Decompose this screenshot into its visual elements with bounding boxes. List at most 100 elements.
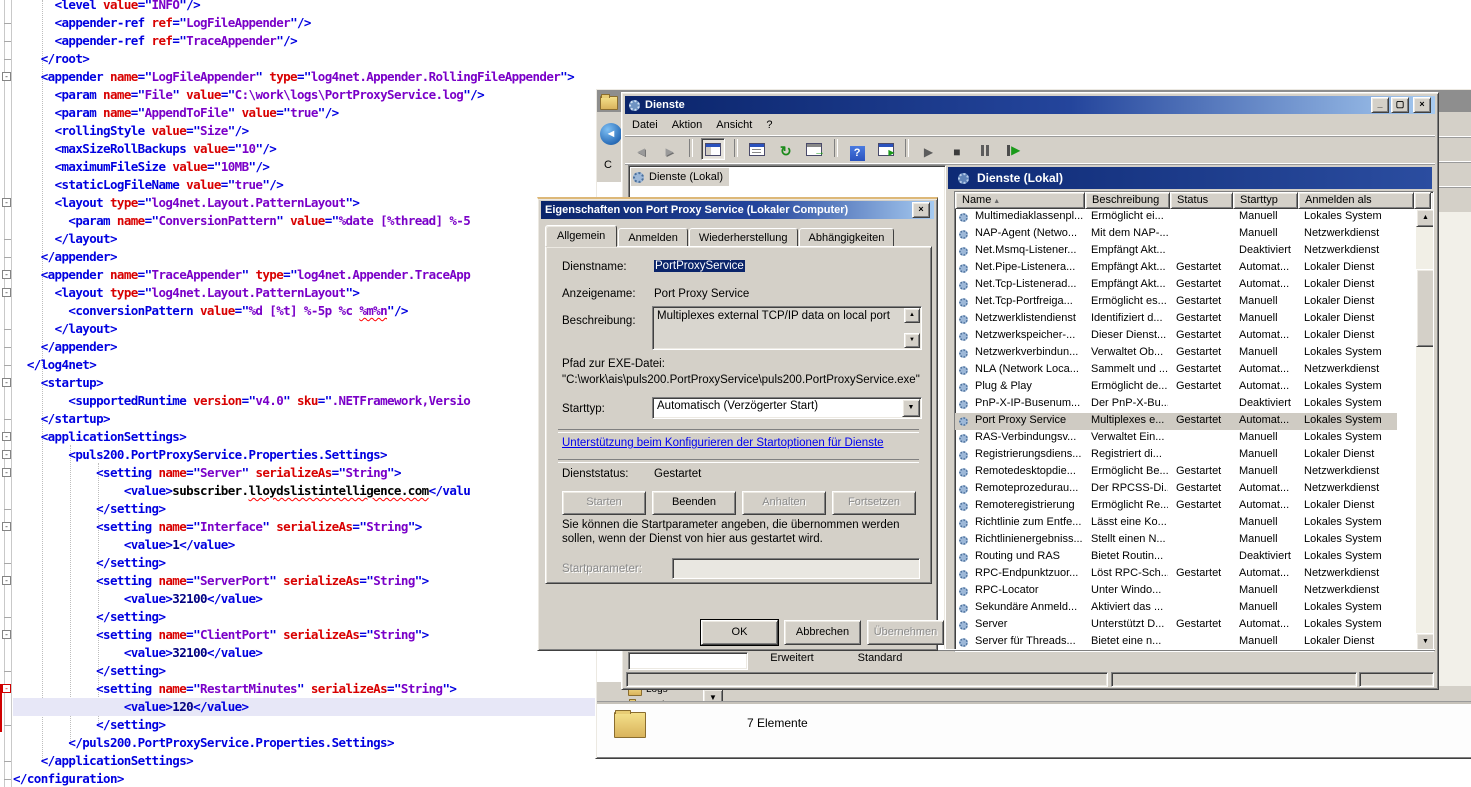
- abbrechen-button[interactable]: Abbrechen: [784, 620, 861, 645]
- extended-view-icon[interactable]: ▶: [875, 139, 897, 159]
- restart-service-icon[interactable]: ▶: [1003, 140, 1025, 160]
- gutter-tick: [4, 779, 11, 780]
- service-row[interactable]: Netzwerkspeicher-...Dieser Dienst...Gest…: [955, 328, 1397, 345]
- cell-name: Sekundäre Anmeld...: [975, 601, 1083, 613]
- service-row[interactable]: NAP-Agent (Netwo...Mit dem NAP-...Manuel…: [955, 226, 1397, 243]
- stop-service-icon[interactable]: ■: [946, 142, 968, 162]
- dropdown-arrow-button[interactable]: ▼: [902, 399, 920, 417]
- fold-marker-icon[interactable]: -: [2, 288, 11, 297]
- fold-marker-icon[interactable]: -: [2, 72, 11, 81]
- beenden-button[interactable]: Beenden: [652, 491, 736, 515]
- service-row[interactable]: Richtlinienergebniss...Stellt einen N...…: [955, 532, 1397, 549]
- back-button-icon[interactable]: ◄: [600, 123, 622, 145]
- service-row[interactable]: Routing und RASBietet Routin...Deaktivie…: [955, 549, 1397, 566]
- cell-status: Gestartet: [1176, 346, 1231, 358]
- fold-marker-icon[interactable]: -: [2, 684, 11, 693]
- service-row[interactable]: Sekundäre Anmeld...Aktiviert das ...Manu…: [955, 600, 1397, 617]
- service-row[interactable]: Multimediaklassenpl...Ermöglicht ei...Ma…: [955, 209, 1397, 226]
- gutter-tick: [4, 23, 11, 24]
- startparameter-input[interactable]: [672, 558, 920, 579]
- scroll-thumb[interactable]: [1416, 269, 1434, 347]
- service-row[interactable]: Server für Threads...Bietet eine n...Man…: [955, 634, 1397, 651]
- description-scroll-up[interactable]: ▲: [904, 308, 920, 323]
- forward-icon[interactable]: ►: [658, 141, 680, 161]
- service-row[interactable]: Port Proxy ServiceMultiplexes e...Gestar…: [955, 413, 1397, 430]
- bernehmen-button[interactable]: Übernehmen: [867, 620, 944, 645]
- service-row[interactable]: RPC-LocatorUnter Windo...ManuellNetzwerk…: [955, 583, 1397, 600]
- scroll-down-button[interactable]: ▼: [1416, 633, 1434, 651]
- column-header-name[interactable]: Name ▲: [955, 192, 1085, 209]
- service-row[interactable]: Richtlinie zum Entfe...Lässt eine Ko...M…: [955, 515, 1397, 532]
- service-row[interactable]: Registrierungsdiens...Registriert di...M…: [955, 447, 1397, 464]
- anhalten-button[interactable]: Anhalten: [742, 491, 826, 515]
- help-icon[interactable]: ?: [846, 143, 868, 163]
- column-header-status[interactable]: Status: [1170, 192, 1233, 209]
- fortsetzen-button[interactable]: Fortsetzen: [832, 491, 916, 515]
- fold-marker-icon[interactable]: -: [2, 522, 11, 531]
- service-row[interactable]: RemoteregistrierungErmöglicht Re...Gesta…: [955, 498, 1397, 515]
- service-row[interactable]: RAS-Verbindungsv...Verwaltet Ein...Manue…: [955, 430, 1397, 447]
- service-row[interactable]: RPC-Endpunktzuor...Löst RPC-Sch...Gestar…: [955, 566, 1397, 583]
- column-header-starttyp[interactable]: Starttyp: [1233, 192, 1298, 209]
- dialog-titlebar[interactable]: Eigenschaften von Port Proxy Service (Lo…: [541, 201, 934, 219]
- back-icon[interactable]: ◄: [630, 141, 652, 161]
- menu-item-aktion[interactable]: Aktion: [665, 116, 710, 134]
- pause-service-icon[interactable]: [974, 140, 996, 160]
- minimize-button[interactable]: _: [1371, 97, 1389, 113]
- starten-button[interactable]: Starten: [562, 491, 646, 515]
- dialog-tab-wiederherstellung[interactable]: Wiederherstellung: [689, 228, 798, 247]
- service-row[interactable]: Remotedesktopdie...Ermöglicht Be...Gesta…: [955, 464, 1397, 481]
- refresh-icon[interactable]: ↻: [775, 141, 797, 161]
- cell-anmeldenals: Lokaler Dienst: [1304, 312, 1412, 324]
- service-row[interactable]: ServerUnterstützt D...GestartetAutomat..…: [955, 617, 1397, 634]
- show-console-tree-icon[interactable]: [701, 138, 725, 160]
- service-row[interactable]: PnP-X-IP-Busenum...Der PnP-X-Bu...Deakti…: [955, 396, 1397, 413]
- services-titlebar[interactable]: Dienste _ ▢ ×: [625, 96, 1435, 114]
- service-row[interactable]: Net.Pipe-Listenera...Empfängt Akt...Gest…: [955, 260, 1397, 277]
- fold-marker-icon[interactable]: -: [2, 270, 11, 279]
- dialog-close-button[interactable]: ×: [912, 202, 930, 218]
- service-row[interactable]: Net.Msmq-Listener...Empfängt Akt...Deakt…: [955, 243, 1397, 260]
- dialog-tab-anmelden[interactable]: Anmelden: [618, 228, 688, 247]
- service-row[interactable]: Remoteprozedurau...Der RPCSS-Di...Gestar…: [955, 481, 1397, 498]
- scroll-up-button[interactable]: ▲: [1416, 209, 1434, 227]
- menu-item-datei[interactable]: Datei: [625, 116, 665, 134]
- starttyp-dropdown[interactable]: Automatisch (Verzögerter Start) ▼: [652, 397, 922, 419]
- service-row[interactable]: Plug & PlayErmöglicht de...GestartetAuto…: [955, 379, 1397, 396]
- column-header-anmeldenals[interactable]: Anmelden als: [1298, 192, 1414, 209]
- view-tab-erweitert[interactable]: Erweitert: [749, 651, 835, 668]
- export-list-icon[interactable]: →: [803, 139, 825, 159]
- fold-marker-icon[interactable]: -: [2, 450, 11, 459]
- start-service-icon[interactable]: ▶: [917, 142, 939, 162]
- fold-marker-icon[interactable]: -: [2, 198, 11, 207]
- fold-marker-icon[interactable]: -: [2, 630, 11, 639]
- list-scrollbar[interactable]: ▲ ▼: [1416, 209, 1433, 651]
- fold-marker-icon[interactable]: -: [2, 378, 11, 387]
- column-header-beschreibung[interactable]: Beschreibung: [1085, 192, 1170, 209]
- menu-item-?[interactable]: ?: [759, 116, 779, 134]
- dialog-tab-allgemein[interactable]: Allgemein: [545, 225, 617, 247]
- dialog-tab-abhngigkeiten[interactable]: Abhängigkeiten: [799, 228, 895, 247]
- maximize-button[interactable]: ▢: [1391, 97, 1409, 113]
- code-line: <appender name="LogFileAppender" type="l…: [13, 68, 609, 86]
- cell-starttyp: Manuell: [1239, 533, 1296, 545]
- service-row[interactable]: NLA (Network Loca...Sammelt und ...Gesta…: [955, 362, 1397, 379]
- description-scroll-down[interactable]: ▼: [904, 333, 920, 348]
- dienstname-value[interactable]: PortProxyService: [654, 260, 745, 272]
- startoptions-help-link[interactable]: Unterstützung beim Konfigurieren der Sta…: [562, 437, 884, 449]
- fold-marker-icon[interactable]: -: [2, 432, 11, 441]
- view-tab-standard[interactable]: Standard: [837, 651, 923, 668]
- cell-status: Gestartet: [1176, 499, 1231, 511]
- beschreibung-box[interactable]: Multiplexes external TCP/IP data on loca…: [652, 306, 922, 350]
- service-row[interactable]: NetzwerklistendienstIdentifiziert d...Ge…: [955, 311, 1397, 328]
- menu-item-ansicht[interactable]: Ansicht: [709, 116, 759, 134]
- service-row[interactable]: Net.Tcp-Portfreiga...Ermöglicht es...Ges…: [955, 294, 1397, 311]
- service-row[interactable]: Net.Tcp-Listenerad...Empfängt Akt...Gest…: [955, 277, 1397, 294]
- fold-marker-icon[interactable]: -: [2, 576, 11, 585]
- fold-marker-icon[interactable]: -: [2, 468, 11, 477]
- ok-button[interactable]: OK: [701, 620, 778, 645]
- close-button[interactable]: ×: [1413, 97, 1431, 113]
- tree-item-dienste-lokal[interactable]: Dienste (Lokal): [631, 168, 729, 186]
- service-row[interactable]: Netzwerkverbindun...Verwaltet Ob...Gesta…: [955, 345, 1397, 362]
- properties-icon[interactable]: [746, 139, 768, 159]
